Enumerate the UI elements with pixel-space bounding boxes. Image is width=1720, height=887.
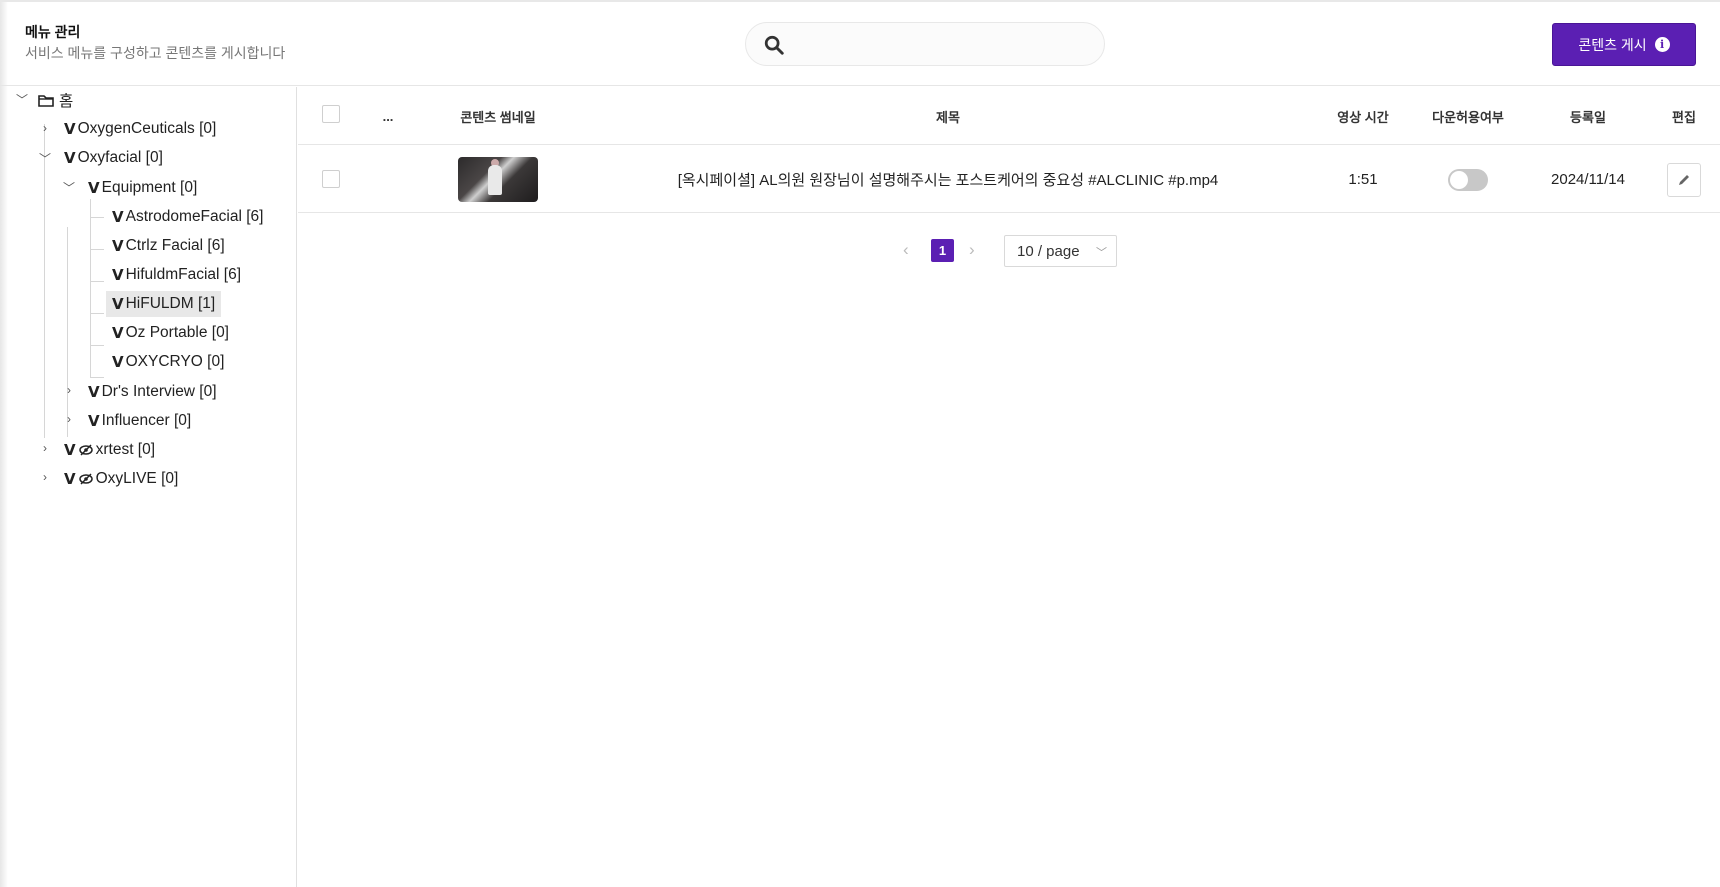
tree-node-astrodomefacial[interactable]: V AstrodomeFacial [6] (112, 204, 263, 230)
tree-guide-line (90, 377, 104, 378)
pagination-next-button[interactable]: › (969, 240, 975, 260)
tree-guide-line (90, 249, 104, 250)
tree-node-label: 홈 (59, 93, 74, 110)
tree-node-label: OXYCRYO [0] (125, 353, 225, 370)
tree-node-oxygenceuticals[interactable]: V OxygenCeuticals [0] (64, 116, 216, 142)
tree-toggle-collapsed[interactable]: › (63, 412, 75, 426)
column-header-thumbnail: 콘텐츠 썸네일 (460, 109, 536, 125)
tree-toggle-expanded[interactable]: ﹀ (16, 91, 28, 108)
tree-toggle-expanded[interactable]: ﹀ (39, 150, 51, 167)
tree-guide-line (90, 345, 104, 346)
tree-node-equipment[interactable]: V Equipment [0] (88, 175, 197, 201)
tree-node-label: Equipment [0] (101, 179, 198, 196)
tree-node-hifuldmfacial[interactable]: V HifuldmFacial [6] (112, 262, 241, 288)
tree-node-home[interactable]: 홈 (38, 87, 73, 113)
tree-node-oz-portable[interactable]: V Oz Portable [0] (112, 320, 229, 346)
download-toggle-cell (1408, 146, 1528, 213)
tree-node-drs-interview[interactable]: V Dr's Interview [0] (88, 379, 217, 405)
v-icon: V (64, 441, 76, 459)
edit-cell (1648, 146, 1720, 213)
v-icon: V (88, 412, 100, 430)
eye-off-icon (78, 444, 93, 456)
page-size-select[interactable]: 10 / page ﹀ (1004, 235, 1117, 267)
v-icon: V (112, 208, 124, 226)
v-icon: V (112, 324, 124, 342)
tree-guide-line (90, 281, 104, 282)
page-size-value: 10 / page (1017, 242, 1080, 260)
tree-toggle-collapsed[interactable]: › (63, 383, 75, 397)
tree-node-hifuldm[interactable]: V HiFULDM [1] (106, 291, 222, 317)
tree-guide-line (90, 199, 91, 377)
post-content-button-label: 콘텐츠 게시 (1578, 36, 1647, 53)
tree-node-label: Oz Portable [0] (125, 324, 229, 341)
tree-node-ctrlz-facial[interactable]: V Ctrlz Facial [6] (112, 233, 225, 259)
column-header-title: 제목 (936, 109, 960, 125)
tree-toggle-collapsed[interactable]: › (39, 121, 51, 135)
tree-node-label: Ctrlz Facial [6] (125, 237, 225, 254)
content-thumbnail[interactable] (458, 157, 538, 202)
column-header-more[interactable]: ... (358, 87, 418, 145)
menu-management-app: 메뉴 관리 서비스 메뉴를 구성하고 콘텐츠를 게시합니다 콘텐츠 게시 i ﹀ (0, 0, 1720, 887)
tree-node-label: Oxyfacial [0] (77, 149, 163, 166)
select-all-checkbox[interactable] (322, 105, 340, 123)
chevron-down-icon: ﹀ (1096, 247, 1107, 259)
page-header: 메뉴 관리 서비스 메뉴를 구성하고 콘텐츠를 게시합니다 콘텐츠 게시 i (0, 2, 1720, 86)
edit-button[interactable] (1667, 162, 1701, 197)
column-header-download: 다운허용여부 (1432, 109, 1504, 125)
menu-tree-sidebar: ﹀ 홈 › V OxygenCeuticals [0] ﹀ V Oxyfacia… (0, 87, 297, 887)
pencil-icon (1679, 174, 1689, 185)
v-icon: V (64, 120, 76, 138)
tree-guide-line (90, 313, 104, 314)
tree-toggle-collapsed[interactable]: › (39, 470, 51, 484)
tree-guide-line (44, 188, 45, 438)
column-header-duration: 영상 시간 (1337, 109, 1389, 125)
folder-icon (38, 94, 54, 107)
v-icon: V (88, 383, 100, 401)
v-icon: V (64, 149, 76, 167)
tree-node-label: OxygenCeuticals [0] (77, 120, 217, 137)
content-duration: 1:51 (1348, 171, 1378, 188)
column-header-date: 등록일 (1570, 109, 1606, 125)
thumbnail-cell (418, 146, 578, 213)
row-checkbox[interactable] (322, 170, 340, 188)
content-title[interactable]: [옥시페이셜] AL의원 원장님이 설명해주시는 포스트케어의 중요성 #ALC… (578, 146, 1318, 213)
tree-node-oxylive[interactable]: V OxyLIVE [0] (64, 466, 178, 492)
content-date: 2024/11/14 (1551, 171, 1625, 188)
tree-node-oxycryo[interactable]: V OXYCRYO [0] (112, 349, 224, 375)
v-icon: V (112, 266, 124, 284)
tree-node-label: xrtest [0] (95, 441, 156, 458)
column-header-edit: 편집 (1672, 109, 1696, 125)
page-title: 메뉴 관리 (25, 24, 81, 40)
tree-node-label: Dr's Interview [0] (101, 383, 217, 400)
tree-toggle-expanded[interactable]: ﹀ (63, 179, 75, 196)
table-header: ... 콘텐츠 썸네일 제목 영상 시간 다운허용여부 등록일 편집 (298, 87, 1720, 145)
download-allowed-toggle[interactable] (1448, 168, 1488, 191)
tree-toggle-collapsed[interactable]: › (39, 441, 51, 455)
eye-off-icon (78, 473, 93, 485)
tree-node-label: OxyLIVE [0] (95, 470, 179, 487)
tree-node-label: Influencer [0] (101, 412, 192, 429)
tree-node-label: HifuldmFacial [6] (125, 266, 242, 283)
tree-node-influencer[interactable]: V Influencer [0] (88, 408, 191, 434)
info-icon: i (1654, 37, 1670, 52)
search-icon[interactable] (763, 34, 785, 56)
v-icon: V (112, 237, 124, 255)
post-content-button[interactable]: 콘텐츠 게시 i (1552, 23, 1696, 66)
tree-guide-line (90, 217, 104, 218)
v-icon: V (112, 295, 124, 313)
tree-node-label: AstrodomeFacial [6] (125, 208, 264, 225)
v-icon: V (88, 179, 100, 197)
page-subtitle: 서비스 메뉴를 구성하고 콘텐츠를 게시합니다 (25, 45, 286, 61)
table-row[interactable]: [옥시페이셜] AL의원 원장님이 설명해주시는 포스트케어의 중요성 #ALC… (298, 146, 1720, 213)
pagination-page-current[interactable]: 1 (931, 239, 954, 262)
tree-node-xrtest[interactable]: V xrtest [0] (64, 437, 155, 463)
pagination-prev-button[interactable]: ‹ (903, 240, 909, 260)
search-input[interactable] (800, 31, 1090, 59)
v-icon: V (112, 353, 124, 371)
tree-node-oxyfacial[interactable]: V Oxyfacial [0] (64, 145, 163, 171)
tree-node-label: HiFULDM [1] (125, 295, 216, 312)
v-icon: V (64, 470, 76, 488)
search-box[interactable] (745, 22, 1105, 66)
